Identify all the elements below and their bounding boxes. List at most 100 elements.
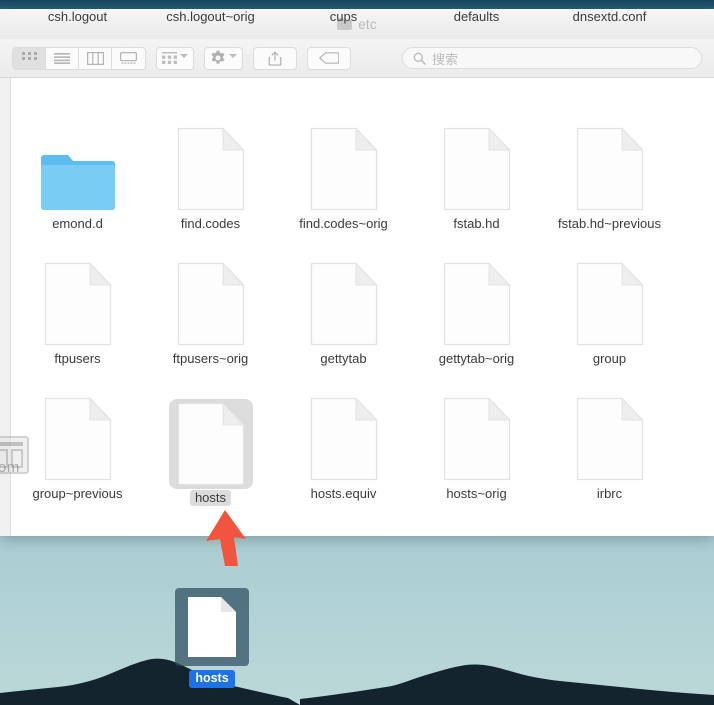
file-item-label: fstab.hd xyxy=(453,216,500,231)
file-icon xyxy=(576,397,644,481)
file-item-label: group xyxy=(592,351,627,366)
file-item-label: ftpusers xyxy=(54,351,101,366)
file-item[interactable]: find.codes xyxy=(144,127,277,232)
file-icon-wrapper xyxy=(310,262,378,346)
file-icon xyxy=(576,127,644,211)
search-placeholder: 搜索 xyxy=(432,51,459,67)
file-grid[interactable]: csh.logout csh.logout~orig cups defaults… xyxy=(11,9,714,536)
file-icon-wrapper xyxy=(310,127,378,211)
file-item[interactable]: gettytab xyxy=(277,262,410,367)
file-item-label: gettytab~orig xyxy=(438,351,515,366)
file-item[interactable]: group~previous xyxy=(11,397,144,502)
file-item[interactable]: emond.d xyxy=(11,129,144,232)
gear-icon xyxy=(211,50,225,64)
file-icon-wrapper xyxy=(443,397,511,481)
file-item[interactable]: hosts xyxy=(144,399,277,506)
arrange-by-button[interactable] xyxy=(156,46,194,70)
file-item[interactable]: dnsextd.conf xyxy=(543,9,676,25)
file-item[interactable]: gettytab~orig xyxy=(410,262,543,367)
file-icon xyxy=(188,597,236,657)
file-icon-wrapper xyxy=(576,127,644,211)
file-icon-wrapper xyxy=(44,262,112,346)
coverflow-icon xyxy=(120,51,137,64)
file-icon xyxy=(443,127,511,211)
file-item[interactable]: find.codes~orig xyxy=(277,127,410,232)
list-icon xyxy=(54,52,70,64)
tag-button[interactable] xyxy=(307,46,351,70)
file-icon-wrapper xyxy=(44,397,112,481)
file-icon-wrapper xyxy=(443,262,511,346)
grid-icon xyxy=(21,52,37,60)
file-item[interactable]: csh.logout xyxy=(11,9,144,25)
share-icon xyxy=(268,51,282,66)
search-icon xyxy=(413,52,426,65)
list-view-button[interactable] xyxy=(46,47,79,69)
file-item-label: defaults xyxy=(453,9,500,24)
tag-icon xyxy=(319,52,339,64)
file-item[interactable]: defaults xyxy=(410,9,543,25)
finder-window[interactable]: etc 搜索 csh.logout csh.logout~orig cups d… xyxy=(0,9,714,536)
file-item-label: group~previous xyxy=(32,486,123,501)
file-icon-selected xyxy=(168,399,253,489)
file-icon-wrapper xyxy=(576,397,644,481)
folder-icon xyxy=(40,155,115,210)
coverflow-view-button[interactable] xyxy=(112,47,145,69)
file-icon-wrapper xyxy=(40,129,116,211)
action-gear-button[interactable] xyxy=(204,46,243,70)
file-item[interactable]: hosts.equiv xyxy=(277,397,410,502)
file-icon xyxy=(44,262,112,346)
desktop-file-label: hosts xyxy=(189,670,235,688)
file-icon-wrapper xyxy=(177,127,245,211)
file-icon xyxy=(310,127,378,211)
file-item-label: emond.d xyxy=(52,216,103,231)
desktop-file-hosts[interactable]: hosts xyxy=(173,588,251,688)
chevron-down-icon xyxy=(180,54,188,62)
file-item-label: ftpusers~orig xyxy=(172,351,249,366)
file-item[interactable]: group xyxy=(543,262,676,367)
file-item-label: hosts.equiv xyxy=(310,486,377,501)
file-item-label: hosts xyxy=(189,490,232,506)
file-item[interactable]: irbrc xyxy=(543,397,676,502)
file-item[interactable]: ftpusers xyxy=(11,262,144,367)
file-item-label: fstab.hd~previous xyxy=(558,216,661,231)
file-icon-wrapper xyxy=(576,262,644,346)
share-button[interactable] xyxy=(253,46,297,70)
file-icon-wrapper xyxy=(177,262,245,346)
red-arrow-pointer xyxy=(206,510,246,566)
watermark-text: com xyxy=(0,459,20,476)
search-input[interactable]: 搜索 xyxy=(402,47,702,69)
finder-content-area[interactable]: csh.logout csh.logout~orig cups defaults… xyxy=(0,9,714,536)
file-icon xyxy=(177,402,245,486)
file-icon-wrapper xyxy=(310,397,378,481)
column-view-button[interactable] xyxy=(79,47,112,69)
file-icon xyxy=(576,262,644,346)
file-item-label: find.codes xyxy=(180,216,241,231)
file-item[interactable]: fstab.hd~previous xyxy=(543,127,676,232)
file-item[interactable]: hosts~orig xyxy=(410,397,543,502)
finder-toolbar[interactable]: 搜索 xyxy=(0,39,714,78)
file-item[interactable]: ftpusers~orig xyxy=(144,262,277,367)
grid-small-icon xyxy=(162,51,177,64)
mountain-silhouette xyxy=(0,658,714,705)
desktop-file-icon-selection xyxy=(175,588,249,666)
file-icon xyxy=(310,397,378,481)
file-item-label: hosts~orig xyxy=(446,486,507,501)
file-item[interactable]: cups xyxy=(277,9,410,25)
file-icon xyxy=(443,397,511,481)
icon-view-button[interactable] xyxy=(13,47,46,69)
file-icon xyxy=(310,262,378,346)
file-item[interactable]: fstab.hd xyxy=(410,127,543,232)
file-item-label: irbrc xyxy=(596,486,623,501)
view-mode-segmented-control[interactable] xyxy=(12,46,146,70)
file-item-label: cups xyxy=(329,9,358,24)
file-item-label: gettytab xyxy=(320,351,367,366)
file-item-label: find.codes~orig xyxy=(299,216,388,231)
chevron-down-icon xyxy=(229,54,237,62)
file-icon xyxy=(177,127,245,211)
file-icon-wrapper xyxy=(443,127,511,211)
file-item-label: csh.logout xyxy=(47,9,108,24)
file-item-label: dnsextd.conf xyxy=(572,9,647,24)
file-icon xyxy=(443,262,511,346)
file-item[interactable]: csh.logout~orig xyxy=(144,9,277,25)
file-icon xyxy=(44,397,112,481)
